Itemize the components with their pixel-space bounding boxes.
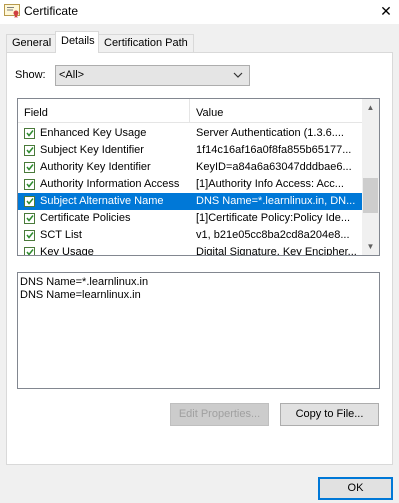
list-item-selected[interactable]: Subject Alternative Name DNS Name=*.lear… xyxy=(18,193,363,210)
field-name: Subject Key Identifier xyxy=(40,144,144,156)
certificate-field-icon xyxy=(24,162,35,173)
field-value: [1]Certificate Policy:Policy Ide... xyxy=(196,212,351,224)
title-bar: Certificate ✕ xyxy=(0,0,399,24)
certificate-field-icon xyxy=(24,128,35,139)
field-name: Subject Alternative Name xyxy=(40,195,164,207)
certificate-field-icon xyxy=(24,179,35,190)
field-value: Digital Signature, Key Encipher... xyxy=(196,246,357,256)
column-divider[interactable] xyxy=(189,99,190,123)
certificate-icon xyxy=(4,4,20,18)
field-value: KeyID=a84a6a63047dddbae6... xyxy=(196,161,352,173)
field-name: Authority Information Access xyxy=(40,178,180,190)
certificate-field-icon xyxy=(24,213,35,224)
list-item[interactable]: SCT List v1, b21e05cc8ba2cd8a204e8... xyxy=(18,227,363,244)
scroll-up-icon[interactable]: ▲ xyxy=(362,99,379,116)
column-header-value[interactable]: Value xyxy=(196,107,223,119)
scroll-thumb[interactable] xyxy=(363,178,378,213)
scroll-down-icon[interactable]: ▼ xyxy=(362,238,379,255)
list-header: Field Value xyxy=(18,99,363,123)
list-item[interactable]: Authority Key Identifier KeyID=a84a6a630… xyxy=(18,159,363,176)
certificate-field-icon xyxy=(24,247,35,255)
list-item[interactable]: Enhanced Key Usage Server Authentication… xyxy=(18,125,363,142)
field-name: Enhanced Key Usage xyxy=(40,127,147,139)
field-value: Server Authentication (1.3.6.... xyxy=(196,127,344,139)
list-item[interactable]: Certificate Policies [1]Certificate Poli… xyxy=(18,210,363,227)
list-item[interactable]: Authority Information Access [1]Authorit… xyxy=(18,176,363,193)
tab-details[interactable]: Details xyxy=(55,31,99,53)
chevron-down-icon xyxy=(233,72,243,78)
copy-to-file-button[interactable]: Copy to File... xyxy=(280,403,379,426)
close-icon[interactable]: ✕ xyxy=(373,0,399,24)
list-item[interactable]: Subject Key Identifier 1f14c16af16a0f8fa… xyxy=(18,142,363,159)
certificate-field-icon xyxy=(24,230,35,241)
field-detail-textbox[interactable]: DNS Name=*.learnlinux.in DNS Name=learnl… xyxy=(17,272,380,389)
detail-line: DNS Name=learnlinux.in xyxy=(20,289,141,301)
certificate-field-icon xyxy=(24,196,35,207)
edit-properties-button[interactable]: Edit Properties... xyxy=(170,403,269,426)
field-value: DNS Name=*.learnlinux.in, DN... xyxy=(196,195,356,207)
list-item[interactable]: Key Usage Digital Signature, Key Enciphe… xyxy=(18,244,363,256)
window-title: Certificate xyxy=(24,4,79,18)
column-header-field[interactable]: Field xyxy=(24,107,48,119)
field-value: 1f14c16af16a0f8fa855b65177... xyxy=(196,144,352,156)
fields-rows: Enhanced Key Usage Server Authentication… xyxy=(18,125,363,256)
field-name: Certificate Policies xyxy=(40,212,131,224)
field-name: Key Usage xyxy=(40,246,94,256)
field-value: [1]Authority Info Access: Acc... xyxy=(196,178,344,190)
tab-general[interactable]: General xyxy=(6,34,56,52)
field-name: SCT List xyxy=(40,229,82,241)
vertical-scrollbar[interactable]: ▲ ▼ xyxy=(362,99,379,255)
show-dropdown[interactable]: <All> xyxy=(55,65,250,86)
field-value: v1, b21e05cc8ba2cd8a204e8... xyxy=(196,229,350,241)
show-selected-value: <All> xyxy=(59,69,85,81)
ok-button[interactable]: OK xyxy=(318,477,393,500)
tab-certification-path[interactable]: Certification Path xyxy=(98,34,194,52)
fields-list[interactable]: Field Value Enhanced Key Usage Server Au… xyxy=(17,98,380,256)
certificate-field-icon xyxy=(24,145,35,156)
detail-line: DNS Name=*.learnlinux.in xyxy=(20,276,149,288)
show-label: Show: xyxy=(15,69,46,81)
field-name: Authority Key Identifier xyxy=(40,161,151,173)
